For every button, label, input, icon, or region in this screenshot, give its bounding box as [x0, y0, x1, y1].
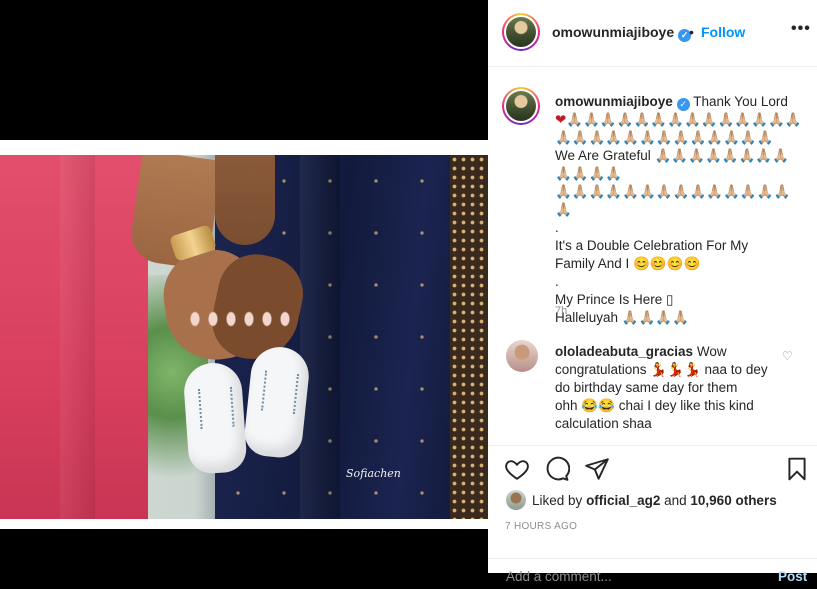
caption-dot: .	[555, 220, 559, 235]
comment-icon[interactable]	[544, 456, 571, 482]
smile-emojis: 😊😊😊😊	[633, 256, 701, 271]
post-header: omowunmiajiboye ✓ • Follow •••	[488, 0, 817, 67]
post-media: Sofiachen	[0, 0, 488, 573]
missing-glyph: ▯	[666, 292, 674, 307]
caption-line: We Are Grateful	[555, 148, 651, 163]
send-icon[interactable]	[584, 456, 610, 482]
separator-dot: •	[689, 24, 694, 40]
follow-button[interactable]: Follow	[701, 24, 745, 40]
author-username[interactable]: omowunmiajiboye ✓	[552, 24, 692, 42]
likes-summary: Liked by official_ag2 and 10,960 others	[506, 490, 777, 510]
commenter-avatar[interactable]	[506, 340, 538, 372]
liker-username[interactable]: official_ag2	[586, 493, 660, 508]
shoe-lace	[197, 386, 235, 430]
caption-time[interactable]: 7h	[555, 305, 567, 317]
dress-fold	[300, 155, 340, 519]
commenter-username[interactable]: ololadeabuta_gracias	[555, 344, 693, 359]
heart-outline-icon[interactable]: ♡	[782, 349, 793, 363]
post-photo[interactable]: Sofiachen	[0, 155, 488, 519]
laugh-emojis: 😂😂	[581, 398, 615, 413]
caption-line: It's a Double Celebration For My	[555, 238, 749, 253]
photo-frame: Sofiachen	[0, 140, 488, 529]
caption-line: My Prince Is Here	[555, 292, 663, 307]
photographer-signature: Sofiachen	[346, 467, 401, 480]
post-button[interactable]: Post	[778, 569, 807, 584]
baby-shoe-left	[182, 361, 248, 475]
dance-emojis: 💃💃💃	[650, 362, 701, 377]
caption-username[interactable]: omowunmiajiboye	[555, 94, 673, 109]
author-avatar[interactable]	[502, 13, 540, 51]
post-timestamp[interactable]: 7 HOURS AGO	[505, 521, 577, 532]
heart-icon[interactable]	[504, 456, 530, 482]
comment-input[interactable]	[504, 568, 748, 585]
caption-line: Family And I	[555, 256, 630, 271]
emoji-row: 🙏🏼🙏🏼🙏🏼🙏🏼🙏🏼🙏🏼🙏🏼🙏🏼🙏🏼🙏🏼🙏🏼🙏🏼🙏🏼🙏🏼🙏🏼	[555, 184, 791, 217]
verified-badge-icon: ✓	[676, 98, 690, 111]
bookmark-icon[interactable]	[784, 456, 810, 482]
caption-line: Thank You Lord	[693, 94, 788, 109]
more-options-icon[interactable]: •••	[791, 20, 811, 38]
likes-count[interactable]: 10,960 others	[690, 493, 776, 508]
red-heart-emoji: ❤	[555, 112, 567, 127]
add-comment-bar: Post	[488, 558, 817, 589]
liker-avatar[interactable]	[506, 490, 526, 510]
action-bar: Liked by official_ag2 and 10,960 others …	[488, 445, 817, 585]
caption-dot: .	[555, 274, 559, 289]
right-arm	[215, 155, 275, 245]
emoji-row: 🙏🏼🙏🏼🙏🏼🙏🏼🙏🏼🙏🏼🙏🏼🙏🏼🙏🏼🙏🏼🙏🏼🙏🏼🙏🏼	[555, 130, 774, 145]
comment-item: ololadeabuta_gracias Wow congratulations…	[555, 344, 768, 431]
beaded-trim	[450, 155, 488, 519]
post-sidebar: omowunmiajiboye ✓ • Follow ••• omowunmiaj…	[488, 0, 817, 585]
emoji-row: 🙏🏼🙏🏼🙏🏼🙏🏼	[621, 310, 690, 325]
caption-author-avatar[interactable]	[502, 87, 540, 125]
avatar-image	[506, 17, 536, 47]
comments-section[interactable]: omowunmiajiboye ✓ Thank You Lord ❤🙏🏼🙏🏼🙏🏼🙏…	[488, 67, 817, 445]
shirt-fold	[60, 155, 95, 519]
emoji-row: 🙏🏼🙏🏼🙏🏼🙏🏼🙏🏼🙏🏼🙏🏼🙏🏼🙏🏼🙏🏼🙏🏼🙏🏼🙏🏼🙏🏼	[566, 112, 802, 127]
shoe-lace	[261, 370, 300, 414]
avatar-image	[506, 91, 536, 121]
post-caption: omowunmiajiboye ✓ Thank You Lord ❤🙏🏼🙏🏼🙏🏼🙏…	[555, 93, 805, 327]
fingernails	[186, 305, 296, 333]
